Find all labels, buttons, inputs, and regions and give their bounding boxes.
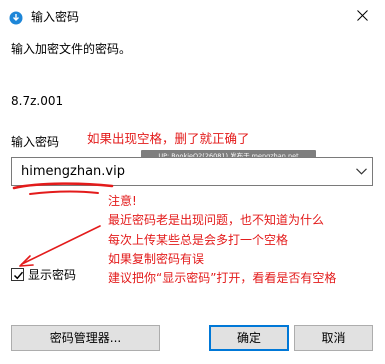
password-dropdown-button[interactable] [353,159,371,184]
red-underline-mark [29,190,99,195]
note-line: 注意! [108,194,137,208]
note-line: 如果复制密码有误 [108,251,205,266]
checkmark-icon [13,271,24,280]
cancel-button[interactable]: 取消 [294,325,373,351]
annotation-notes: 注意! 最近密码老是出现问题，也不知道为什么 每次上传某些总是会多打一个空格 如… [108,192,336,288]
show-password-label: 显示密码 [28,268,77,282]
ok-button[interactable]: 确定 [209,325,289,351]
close-button[interactable] [340,0,385,32]
password-label: 输入密码 [11,135,60,149]
chevron-down-icon [356,168,367,175]
annotation-hint: 如果出现空格，删了就正确了 [87,131,250,146]
window-title: 输入密码 [31,10,80,24]
red-arrow-mark [21,225,101,265]
red-arrow-head-mark [19,255,34,267]
note-line: 最近密码老是出现问题，也不知道为什么 [108,213,325,228]
note-line: 建议把你“显示密码”打开，看看是否有空格 [108,271,337,286]
file-name: 8.7z.001 [11,94,64,108]
password-combobox[interactable] [11,157,373,186]
note-line: 每次上传某些总是会多打一个空格 [108,232,289,247]
password-input[interactable] [13,159,343,184]
password-manager-button[interactable]: 密码管理器... [11,325,160,351]
key-app-icon [9,10,23,25]
prompt-text: 输入加密文件的密码。 [11,42,132,56]
password-dialog: 输入密码 输入加密文件的密码。 8.7z.001 UP: RookieO2(26… [0,0,385,364]
close-icon [357,10,368,21]
checkbox-box[interactable] [11,268,24,281]
title-bar: 输入密码 [0,0,385,34]
